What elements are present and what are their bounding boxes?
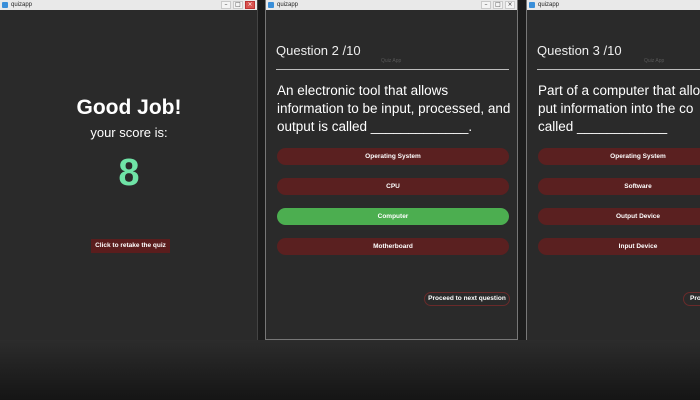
faint-app-title: Quiz App	[381, 58, 402, 64]
app-icon	[268, 2, 274, 8]
maximize-icon[interactable]: □	[493, 1, 503, 9]
title-bar[interactable]: quizapp – □ ×	[266, 0, 517, 10]
app-icon	[2, 2, 8, 8]
option-button[interactable]: Software	[538, 178, 700, 195]
option-button[interactable]: Operating System	[538, 148, 700, 165]
faint-app-title: Quiz App	[644, 58, 665, 64]
result-window: quizapp – □ × Good Job! your score is: 8…	[0, 0, 258, 340]
taskbar-area	[0, 340, 700, 400]
window-title: quizapp	[11, 2, 33, 8]
minimize-icon[interactable]: –	[481, 1, 491, 9]
close-icon[interactable]: ×	[245, 1, 255, 9]
title-bar[interactable]: quizapp – □ ×	[0, 0, 257, 10]
option-button[interactable]: Motherboard	[277, 238, 509, 255]
window-title: quizapp	[277, 2, 299, 8]
title-bar[interactable]: quizapp	[527, 0, 700, 10]
option-button-correct[interactable]: Computer	[277, 208, 509, 225]
next-question-button[interactable]: Proceed to next question	[424, 292, 510, 306]
header-divider	[537, 69, 700, 70]
option-button[interactable]: CPU	[277, 178, 509, 195]
next-question-button[interactable]: Pro	[683, 292, 700, 306]
option-button[interactable]: Output Device	[538, 208, 700, 225]
question-2-window: quizapp – □ × Quiz App Question 2 /10 An…	[265, 0, 518, 340]
close-icon[interactable]: ×	[505, 1, 515, 9]
question-counter: Question 3 /10	[537, 43, 622, 58]
result-heading: Good Job!	[76, 96, 182, 119]
score-label: your score is:	[90, 125, 168, 140]
maximize-icon[interactable]: □	[233, 1, 243, 9]
minimize-icon[interactable]: –	[221, 1, 231, 9]
question-text: Part of a computer that allow put inform…	[538, 83, 700, 134]
question-counter: Question 2 /10	[276, 43, 361, 58]
question-text: An electronic tool that allows informati…	[277, 83, 511, 134]
app-icon	[529, 2, 535, 8]
header-divider	[276, 69, 509, 70]
question-3-window: quizapp Quiz App Question 3 /10 Part of …	[526, 0, 700, 340]
option-button[interactable]: Input Device	[538, 238, 700, 255]
retake-quiz-button[interactable]: Click to retake the quiz	[91, 239, 170, 253]
window-title: quizapp	[538, 2, 560, 8]
score-value: 8	[118, 152, 140, 194]
option-button[interactable]: Operating System	[277, 148, 509, 165]
